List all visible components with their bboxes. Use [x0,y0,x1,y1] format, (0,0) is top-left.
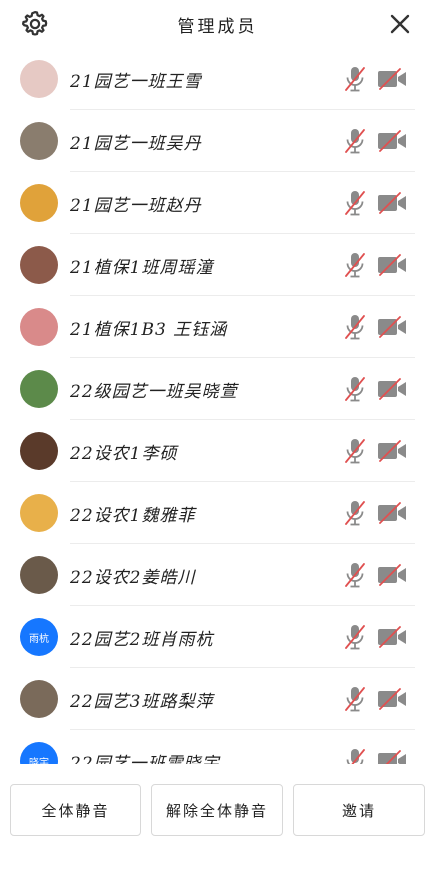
camera-off-icon[interactable] [377,68,407,90]
list-item[interactable]: 21园艺一班王雪 [0,48,435,110]
member-name: 21园艺一班赵丹 [70,196,202,216]
mic-muted-icon[interactable] [343,375,367,403]
mic-muted-icon[interactable] [343,747,367,764]
list-item[interactable]: 21植保1班周瑶潼 [0,234,435,296]
member-name: 22设农1李硕 [70,444,178,464]
member-name: 22园艺一班雷晓宇 [70,754,220,764]
member-name: 21园艺一班王雪 [70,72,202,92]
avatar [20,246,58,284]
footer-actions: 全体静音 解除全体静音 邀请 [0,764,435,878]
avatar [20,370,58,408]
camera-off-icon[interactable] [377,378,407,400]
list-item[interactable]: 雨杭 22园艺2班肖雨杭 [0,606,435,668]
member-name: 22级园艺一班吴晓萱 [70,382,238,402]
camera-off-icon[interactable] [377,254,407,276]
unmute-all-button[interactable]: 解除全体静音 [151,784,283,836]
avatar: 雨杭 [20,618,58,656]
member-name: 22设农1魏雅菲 [70,506,196,526]
camera-off-icon[interactable] [377,750,407,764]
camera-off-icon[interactable] [377,502,407,524]
member-name: 22园艺3班路梨萍 [70,692,214,712]
mic-muted-icon[interactable] [343,499,367,527]
mute-all-button[interactable]: 全体静音 [10,784,141,836]
camera-off-icon[interactable] [377,564,407,586]
list-item[interactable]: 21植保1B3 王钰涵 [0,296,435,358]
member-list[interactable]: 21园艺一班王雪 21园艺一班吴丹 21园艺一班赵丹 21植保1班周瑶潼 21植… [0,48,435,764]
avatar [20,122,58,160]
avatar [20,184,58,222]
list-item[interactable]: 22园艺3班路梨萍 [0,668,435,730]
avatar [20,680,58,718]
close-icon[interactable] [388,12,412,36]
avatar [20,60,58,98]
avatar: 晓宇 [20,742,58,764]
list-item[interactable]: 21园艺一班赵丹 [0,172,435,234]
camera-off-icon[interactable] [377,688,407,710]
list-item[interactable]: 22设农1李硕 [0,420,435,482]
mic-muted-icon[interactable] [343,251,367,279]
member-name: 21植保1班周瑶潼 [70,258,214,278]
avatar [20,308,58,346]
member-name: 21植保1B3 王钰涵 [70,320,228,340]
mic-muted-icon[interactable] [343,437,367,465]
camera-off-icon[interactable] [377,130,407,152]
list-item[interactable]: 22级园艺一班吴晓萱 [0,358,435,420]
list-item[interactable]: 22设农2姜皓川 [0,544,435,606]
member-name: 22设农2姜皓川 [70,568,196,588]
camera-off-icon[interactable] [377,626,407,648]
camera-off-icon[interactable] [377,192,407,214]
camera-off-icon[interactable] [377,440,407,462]
invite-button[interactable]: 邀请 [293,784,425,836]
list-item[interactable]: 22设农1魏雅菲 [0,482,435,544]
member-name: 22园艺2班肖雨杭 [70,630,214,650]
header-bar: 管理成员 [0,0,435,48]
mic-muted-icon[interactable] [343,65,367,93]
page-title: 管理成员 [177,17,258,37]
member-name: 21园艺一班吴丹 [70,134,202,154]
list-item[interactable]: 晓宇 22园艺一班雷晓宇 [0,730,435,764]
list-item[interactable]: 21园艺一班吴丹 [0,110,435,172]
avatar [20,556,58,594]
mic-muted-icon[interactable] [343,561,367,589]
avatar [20,432,58,470]
mic-muted-icon[interactable] [343,189,367,217]
mic-muted-icon[interactable] [343,127,367,155]
mic-muted-icon[interactable] [343,685,367,713]
mic-muted-icon[interactable] [343,623,367,651]
mic-muted-icon[interactable] [343,313,367,341]
avatar [20,494,58,532]
camera-off-icon[interactable] [377,316,407,338]
